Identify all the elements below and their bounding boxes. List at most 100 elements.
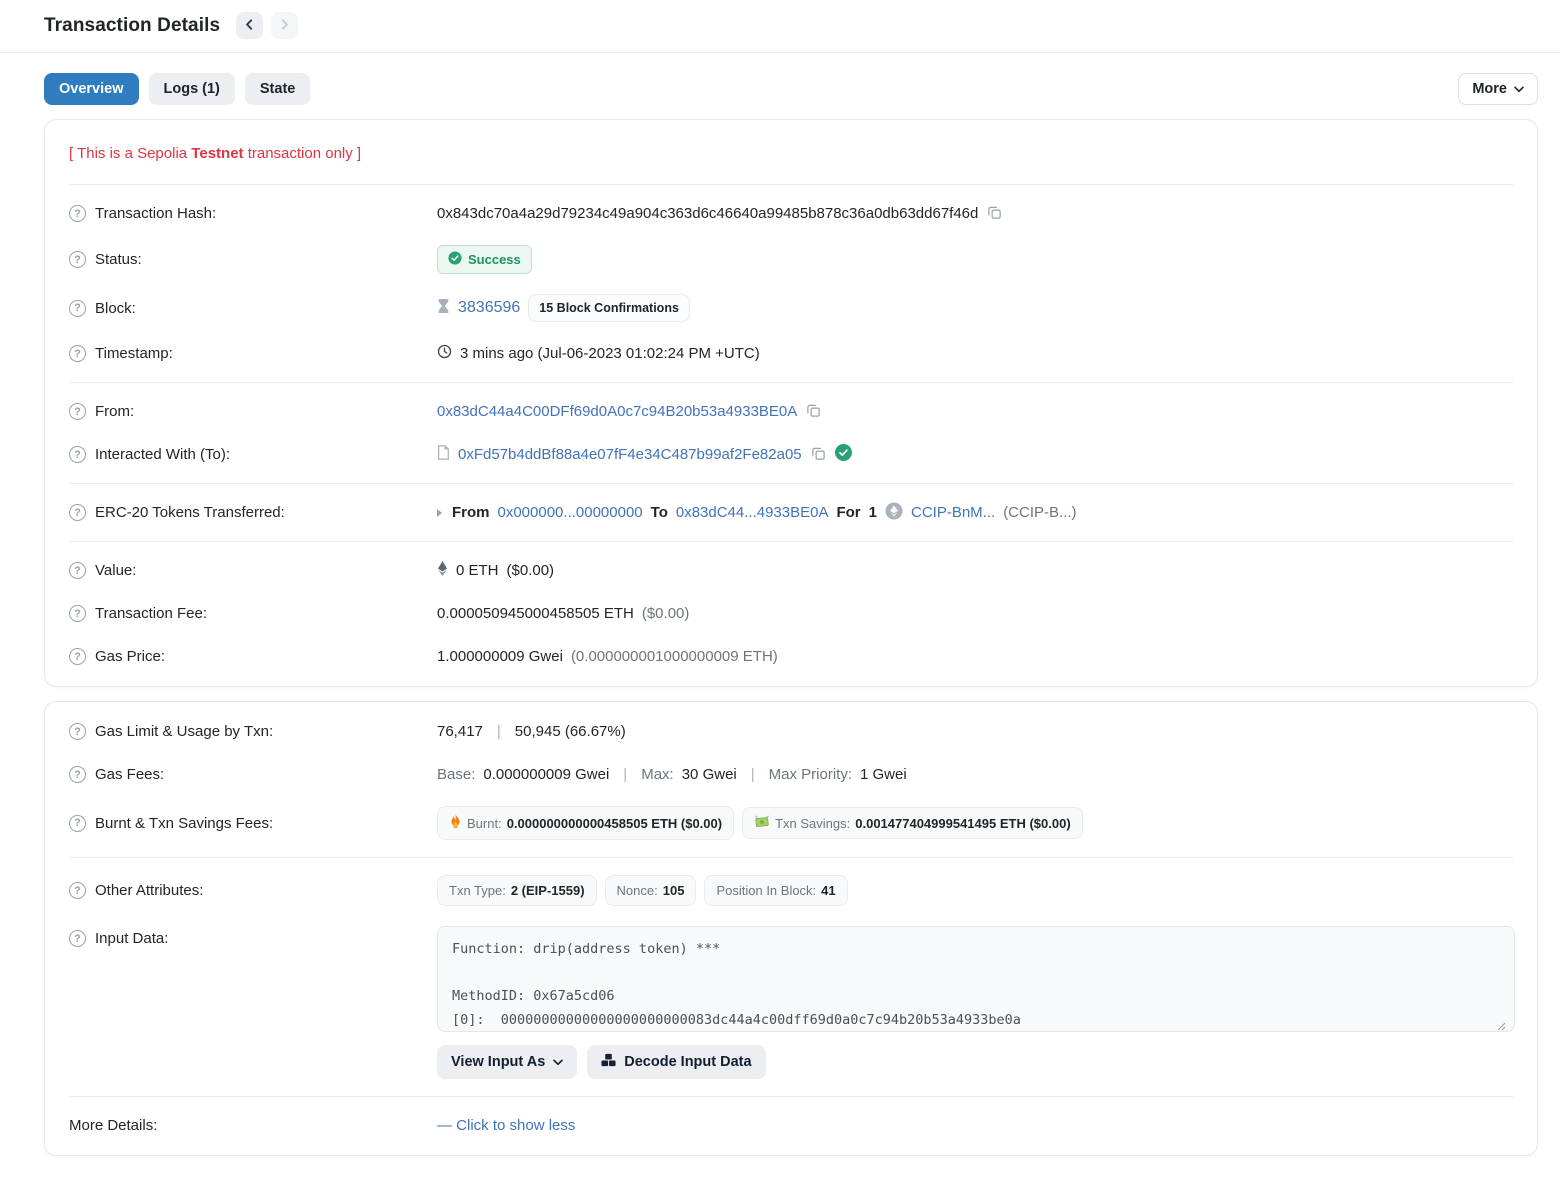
gas-used-value: 50,945 (66.67%) bbox=[515, 723, 626, 740]
divider bbox=[69, 483, 1513, 484]
help-icon[interactable]: ? bbox=[69, 930, 86, 947]
position-in-block-badge: Position In Block: 41 bbox=[704, 875, 847, 906]
block-row: ? Block: 3836596 15 Block Confirmations bbox=[69, 284, 1513, 332]
erc20-to-address-link[interactable]: 0x83dC44...4933BE0A bbox=[676, 504, 829, 521]
money-with-wings-icon bbox=[754, 815, 770, 831]
resize-handle-icon[interactable] bbox=[1497, 1018, 1506, 1035]
help-icon[interactable]: ? bbox=[69, 251, 86, 268]
copy-icon bbox=[987, 205, 1002, 223]
erc20-from-address-link[interactable]: 0x000000...00000000 bbox=[498, 504, 643, 521]
burnt-fee-key: Burnt: bbox=[467, 816, 502, 831]
help-icon[interactable]: ? bbox=[69, 403, 86, 420]
copy-icon bbox=[806, 403, 821, 421]
testnet-banner-prefix: [ This is a Sepolia bbox=[69, 145, 191, 162]
view-input-as-label: View Input As bbox=[451, 1054, 545, 1070]
help-icon[interactable]: ? bbox=[69, 205, 86, 222]
burnt-savings-label: Burnt & Txn Savings Fees: bbox=[95, 815, 273, 832]
help-icon[interactable]: ? bbox=[69, 446, 86, 463]
gas-limit-value: 76,417 bbox=[437, 723, 483, 740]
chevron-right-icon bbox=[279, 18, 290, 33]
status-label: Status: bbox=[95, 251, 142, 268]
help-icon[interactable]: ? bbox=[69, 766, 86, 783]
divider bbox=[69, 541, 1513, 542]
help-icon[interactable]: ? bbox=[69, 345, 86, 362]
overview-card: [ This is a Sepolia Testnet transaction … bbox=[44, 119, 1538, 687]
verified-check-icon bbox=[835, 444, 852, 465]
decode-input-data-label: Decode Input Data bbox=[624, 1054, 751, 1070]
input-data-label-cell: ? Input Data: bbox=[69, 926, 437, 947]
gas-limit-label-cell: ? Gas Limit & Usage by Txn: bbox=[69, 723, 437, 740]
block-confirmations-badge: 15 Block Confirmations bbox=[528, 294, 690, 322]
position-value: 41 bbox=[821, 883, 835, 898]
input-data-label: Input Data: bbox=[95, 930, 168, 947]
help-icon[interactable]: ? bbox=[69, 882, 86, 899]
from-address-link[interactable]: 0x83dC44a4C00DFf69d0A0c7c94B20b53a4933BE… bbox=[437, 403, 797, 420]
copy-hash-button[interactable] bbox=[986, 204, 1003, 224]
tab-logs[interactable]: Logs (1) bbox=[149, 73, 235, 105]
next-transaction-button[interactable] bbox=[271, 12, 298, 39]
page-title: Transaction Details bbox=[44, 15, 220, 37]
caret-right-icon bbox=[437, 509, 442, 517]
input-data-row: ? Input Data: Function: drip(address tok… bbox=[69, 916, 1513, 1089]
block-number-link[interactable]: 3836596 bbox=[458, 299, 520, 317]
more-details-row: More Details: — Click to show less bbox=[69, 1104, 1513, 1147]
interacted-with-label-cell: ? Interacted With (To): bbox=[69, 446, 437, 463]
txn-type-key: Txn Type: bbox=[449, 883, 506, 898]
tab-overview[interactable]: Overview bbox=[44, 73, 139, 105]
previous-transaction-button[interactable] bbox=[236, 12, 263, 39]
erc20-transfers-label: ERC-20 Tokens Transferred: bbox=[95, 504, 285, 521]
token-name-link[interactable]: CCIP-BnM... bbox=[911, 504, 995, 521]
input-data-textarea[interactable]: Function: drip(address token) *** Method… bbox=[437, 926, 1515, 1032]
separator: | bbox=[617, 766, 633, 783]
token-symbol: (CCIP-B...) bbox=[1003, 504, 1076, 521]
gas-fees-label: Gas Fees: bbox=[95, 766, 164, 783]
burnt-fee-value: 0.000000000000458505 ETH ($0.00) bbox=[507, 816, 722, 831]
chevron-left-icon bbox=[244, 18, 255, 33]
hourglass-icon bbox=[437, 298, 450, 318]
fire-icon bbox=[449, 814, 462, 832]
more-dropdown-button[interactable]: More bbox=[1458, 73, 1538, 105]
tabs-toolbar: Overview Logs (1) State More bbox=[44, 73, 1538, 105]
transaction-fee-label: Transaction Fee: bbox=[95, 605, 207, 622]
txn-type-value: 2 (EIP-1559) bbox=[511, 883, 585, 898]
help-icon[interactable]: ? bbox=[69, 300, 86, 317]
testnet-banner: [ This is a Sepolia Testnet transaction … bbox=[69, 128, 1513, 177]
other-attributes-label-cell: ? Other Attributes: bbox=[69, 882, 437, 899]
help-icon[interactable]: ? bbox=[69, 815, 86, 832]
txn-savings-badge: Txn Savings: 0.001477404999541495 ETH ($… bbox=[742, 807, 1083, 839]
to-address-link[interactable]: 0xFd57b4ddBf88a4e07fF4e34C487b99af2Fe82a… bbox=[458, 446, 802, 463]
other-attributes-label: Other Attributes: bbox=[95, 882, 203, 899]
copy-to-address-button[interactable] bbox=[810, 445, 827, 465]
cubes-icon bbox=[601, 1053, 616, 1071]
transaction-fee-row: ? Transaction Fee: 0.000050945000458505 … bbox=[69, 592, 1513, 635]
more-details-label-cell: More Details: bbox=[69, 1117, 437, 1134]
gas-price-eth: (0.000000001000000009 ETH) bbox=[571, 648, 778, 665]
help-icon[interactable]: ? bbox=[69, 504, 86, 521]
gas-price-label: Gas Price: bbox=[95, 648, 165, 665]
timestamp-label: Timestamp: bbox=[95, 345, 173, 362]
show-less-link[interactable]: — Click to show less bbox=[437, 1117, 575, 1134]
help-icon[interactable]: ? bbox=[69, 648, 86, 665]
check-circle-icon bbox=[448, 251, 462, 268]
txn-savings-value: 0.001477404999541495 ETH ($0.00) bbox=[855, 816, 1070, 831]
transaction-fee-amount: 0.000050945000458505 ETH bbox=[437, 605, 634, 622]
max-priority-label: Max Priority: bbox=[769, 766, 852, 783]
status-row: ? Status: Success bbox=[69, 235, 1513, 284]
block-label: Block: bbox=[95, 300, 136, 317]
position-key: Position In Block: bbox=[716, 883, 816, 898]
divider bbox=[69, 1096, 1513, 1097]
transaction-hash-label-cell: ? Transaction Hash: bbox=[69, 205, 437, 222]
burnt-savings-row: ? Burnt & Txn Savings Fees: Burnt: 0.000… bbox=[69, 796, 1513, 850]
more-dropdown-label: More bbox=[1472, 81, 1507, 97]
decode-input-data-button[interactable]: Decode Input Data bbox=[587, 1045, 765, 1079]
from-label-cell: ? From: bbox=[69, 403, 437, 420]
help-icon[interactable]: ? bbox=[69, 605, 86, 622]
transaction-hash-label: Transaction Hash: bbox=[95, 205, 216, 222]
tab-state[interactable]: State bbox=[245, 73, 310, 105]
help-icon[interactable]: ? bbox=[69, 723, 86, 740]
tab-list: Overview Logs (1) State bbox=[44, 73, 310, 105]
gas-price-label-cell: ? Gas Price: bbox=[69, 648, 437, 665]
help-icon[interactable]: ? bbox=[69, 562, 86, 579]
view-input-as-button[interactable]: View Input As bbox=[437, 1045, 577, 1079]
copy-from-address-button[interactable] bbox=[805, 402, 822, 422]
